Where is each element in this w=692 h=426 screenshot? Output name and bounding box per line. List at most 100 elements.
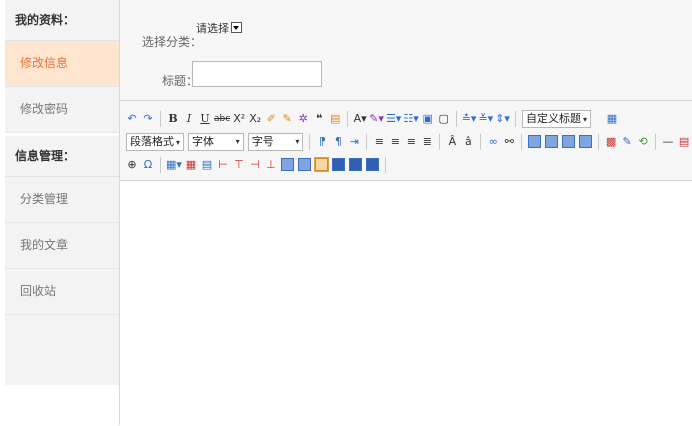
more-tools-icon[interactable]: ▦ <box>605 111 619 127</box>
delete-col-icon[interactable]: ⊥ <box>264 157 278 173</box>
toolbar-separator <box>160 110 161 127</box>
row-spacing-top-icon[interactable]: ≛▾ <box>462 111 477 127</box>
split-cells-icon[interactable] <box>331 158 345 171</box>
align-right-icon[interactable]: ≡ <box>404 134 418 150</box>
font-color-icon[interactable]: A▾ <box>353 111 367 127</box>
background-color-icon[interactable]: ✎▾ <box>369 111 384 127</box>
link-icon[interactable]: ∞ <box>486 134 500 150</box>
delete-row-icon[interactable]: ⊤ <box>232 157 246 173</box>
undo-icon[interactable]: ↶ <box>125 111 139 127</box>
insert-code-icon[interactable]: ⟲ <box>636 134 650 150</box>
sidebar-section-my-profile: 我的资料： <box>5 0 119 41</box>
sidebar-item-category-management[interactable]: 分类管理 <box>5 177 119 223</box>
clear-document-icon[interactable]: ▢ <box>437 111 451 127</box>
font-size-label: 字号 <box>251 134 274 148</box>
chevron-down-icon: ▾ <box>235 136 240 146</box>
toolbar-separator <box>598 133 600 150</box>
row-spacing-bottom-icon[interactable]: ≚▾ <box>478 111 493 127</box>
toolbar-separator <box>160 156 161 173</box>
chevron-down-icon[interactable] <box>231 22 242 33</box>
ordered-list-icon[interactable]: ☰▾ <box>386 111 401 127</box>
image-float-center-icon[interactable] <box>579 135 593 148</box>
attachment-icon[interactable]: ✎ <box>620 134 634 150</box>
line-height-icon[interactable]: ⇕▾ <box>495 111 510 127</box>
image-float-right-icon[interactable] <box>562 135 576 148</box>
strikethrough-icon[interactable]: abc <box>214 111 230 127</box>
split-rows-icon[interactable] <box>348 158 362 171</box>
toolbar-separator <box>439 133 441 150</box>
toolbar-row-3: ⊕ Ω ▦▾ ▦ ▤ ⊢ ⊤ ⊣ ⊥ <box>124 153 692 176</box>
merge-right-icon[interactable] <box>297 158 311 171</box>
subscript-icon[interactable]: X₂ <box>248 111 262 127</box>
insert-col-icon[interactable]: ⊣ <box>248 157 262 173</box>
chevron-down-icon: ▾ <box>176 137 181 147</box>
title-input[interactable] <box>192 61 322 87</box>
category-select-value: 请选择 <box>196 22 229 35</box>
underline-icon[interactable]: U <box>198 111 212 127</box>
sidebar: 我的资料： 修改信息 修改密码 信息管理： 分类管理 我的文章 回收站 <box>5 0 119 385</box>
custom-heading-select[interactable]: 自定义标题 ▾ <box>521 109 591 128</box>
insert-row-icon[interactable]: ⊢ <box>216 157 230 173</box>
custom-heading-label: 自定义标题 <box>525 111 581 125</box>
toolbar-separator <box>480 133 482 150</box>
sidebar-item-edit-info[interactable]: 修改信息 <box>5 41 119 87</box>
image-float-left-icon[interactable] <box>545 135 559 148</box>
to-lowercase-icon[interactable]: â <box>461 134 475 150</box>
delete-table-icon[interactable]: ▦ <box>184 157 198 173</box>
merge-down-icon[interactable] <box>313 157 329 172</box>
article-form: 选择分类： 请选择 标题： <box>120 0 692 100</box>
rich-text-editor: ↶ ↷ B I U abc X² X₂ ✐ ✎ ✲ ❝ ▤ A▾ ✎▾ ☰▾ ☷… <box>120 100 692 426</box>
ltr-direction-icon[interactable]: ⁋ <box>315 134 329 150</box>
font-size-select[interactable]: 字号 ▾ <box>247 132 304 151</box>
to-uppercase-icon[interactable]: Â <box>445 134 459 150</box>
insert-table-icon[interactable]: ▦▾ <box>166 157 182 173</box>
rtl-direction-icon[interactable]: ¶ <box>331 134 345 150</box>
align-left-icon[interactable]: ≡ <box>372 134 386 150</box>
insert-image-icon[interactable]: ▩ <box>604 134 618 150</box>
indent-icon[interactable]: ⇥ <box>347 134 361 150</box>
sidebar-section-info-management: 信息管理： <box>5 136 119 177</box>
editor-toolbar: ↶ ↷ B I U abc X² X₂ ✐ ✎ ✲ ❝ ▤ A▾ ✎▾ ☰▾ ☷… <box>120 101 692 181</box>
blockquote-icon[interactable]: ❝ <box>312 111 326 127</box>
chevron-down-icon: ▾ <box>582 114 587 124</box>
select-all-icon[interactable]: ▣ <box>421 111 435 127</box>
toolbar-separator <box>455 110 457 127</box>
horizontal-rule-icon[interactable]: — <box>661 134 675 150</box>
editor-content-area[interactable] <box>120 181 692 425</box>
insert-paragraph-before-table-icon[interactable]: ▤ <box>200 157 214 173</box>
paste-plain-icon[interactable]: ▤ <box>328 111 342 127</box>
toolbar-separator <box>521 133 523 150</box>
toolbar-separator <box>309 133 311 150</box>
paragraph-format-select[interactable]: 段落格式 ▾ <box>126 132 185 151</box>
align-center-icon[interactable]: ≡ <box>388 134 402 150</box>
toolbar-separator <box>384 156 386 173</box>
format-painter-icon[interactable]: ✎ <box>280 111 294 127</box>
font-family-select[interactable]: 字体 ▾ <box>188 132 244 151</box>
image-float-none-icon[interactable] <box>528 135 542 148</box>
toolbar-row-1: ↶ ↷ B I U abc X² X₂ ✐ ✎ ✲ ❝ ▤ A▾ ✎▾ ☰▾ ☷… <box>124 107 692 130</box>
category-select[interactable]: 请选择 <box>196 20 242 36</box>
chevron-down-icon: ▾ <box>295 136 300 146</box>
toolbar-row-2: 段落格式 ▾ 字体 ▾ 字号 ▾ ⁋ ¶ ⇥ ≡ ≡ ≡ ≣ Â â ∞ ⚯ ▩ ✎ <box>124 130 692 153</box>
align-justify-icon[interactable]: ≣ <box>420 134 434 150</box>
clock-icon[interactable]: ⊕ <box>125 157 139 173</box>
insert-date-icon[interactable]: ▤ <box>677 134 691 150</box>
sidebar-item-my-articles[interactable]: 我的文章 <box>5 223 119 269</box>
merge-cells-icon[interactable] <box>280 158 294 171</box>
unlink-icon[interactable]: ⚯ <box>502 134 516 150</box>
eraser-icon[interactable]: ✐ <box>264 111 278 127</box>
unordered-list-icon[interactable]: ☷▾ <box>403 111 418 127</box>
superscript-icon[interactable]: X² <box>232 111 246 127</box>
special-char-icon[interactable]: Ω <box>141 157 155 173</box>
redo-icon[interactable]: ↷ <box>141 111 155 127</box>
toolbar-separator <box>347 110 349 127</box>
italic-icon[interactable]: I <box>182 111 196 127</box>
toolbar-separator <box>514 110 516 127</box>
sidebar-item-recycle-bin[interactable]: 回收站 <box>5 269 119 315</box>
paragraph-format-label: 段落格式 <box>130 134 174 148</box>
toolbar-separator <box>655 133 657 150</box>
bold-icon[interactable]: B <box>166 111 180 127</box>
split-cols-icon[interactable] <box>365 158 379 171</box>
auto-format-icon[interactable]: ✲ <box>296 111 310 127</box>
sidebar-item-change-password[interactable]: 修改密码 <box>5 87 119 133</box>
